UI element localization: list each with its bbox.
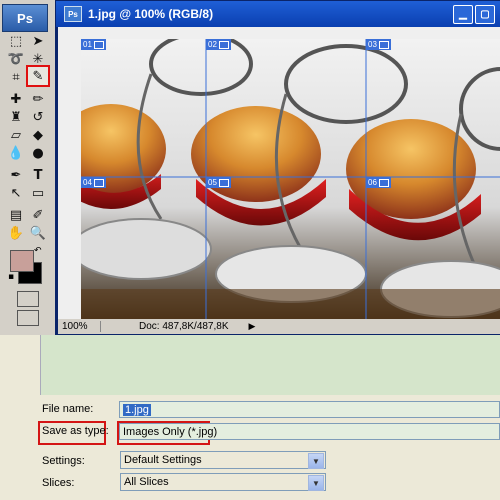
settings-value: Default Settings bbox=[124, 454, 202, 466]
file-name-value: 1.jpg bbox=[123, 403, 151, 416]
glasses-photo bbox=[81, 39, 500, 319]
slice-badge-icon bbox=[378, 40, 389, 49]
chevron-down-icon[interactable]: ▼ bbox=[308, 453, 324, 469]
document-window: Ps 1.jpg @ 100% (RGB/8) ▁ ▢ 01 02 03 04 … bbox=[55, 0, 500, 337]
crop-tool-icon[interactable]: ⌗ bbox=[6, 68, 26, 86]
slice-number: 02 bbox=[208, 40, 217, 49]
paint-bucket-tool-icon[interactable]: ◆ bbox=[28, 126, 48, 144]
notes-tool-icon[interactable]: ▤ bbox=[6, 206, 26, 224]
save-type-value: Images Only (*.jpg) bbox=[123, 425, 218, 438]
dialog-preview-area bbox=[40, 335, 500, 395]
default-colors-icon[interactable]: ▪ bbox=[8, 272, 14, 282]
healing-brush-tool-icon[interactable]: ✚ bbox=[6, 90, 26, 108]
slices-label: Slices: bbox=[42, 477, 75, 489]
move-tool-icon[interactable]: ➤ bbox=[28, 32, 48, 50]
slice-number: 04 bbox=[83, 178, 92, 187]
lasso-tool-icon[interactable]: ➰ bbox=[6, 50, 26, 68]
photoshop-toolbox: Ps ⬚ ➤ ➰ ✳ ⌗ ✎ ✚ ✏ ♜ ↺ ▱ ◆ 💧 ● ✒ T ↖ ▭ ▤… bbox=[0, 0, 56, 335]
slice-label-05[interactable]: 05 bbox=[206, 177, 231, 188]
pen-tool-icon[interactable]: ✒ bbox=[6, 166, 26, 184]
swap-colors-icon[interactable]: ↶ bbox=[34, 246, 42, 256]
slice-badge-icon bbox=[378, 178, 389, 187]
marquee-tool-icon[interactable]: ⬚ bbox=[6, 32, 26, 50]
document-titlebar: Ps 1.jpg @ 100% (RGB/8) ▁ ▢ bbox=[56, 1, 500, 27]
slice-badge-icon bbox=[93, 178, 104, 187]
file-name-label: File name: bbox=[42, 403, 94, 415]
slice-label-03[interactable]: 03 bbox=[366, 39, 391, 50]
chevron-down-icon[interactable]: ▼ bbox=[308, 475, 324, 491]
brush-tool-icon[interactable]: ✏ bbox=[28, 90, 48, 108]
photoshop-logo: Ps bbox=[2, 4, 48, 32]
file-name-field[interactable]: 1.jpg bbox=[119, 401, 500, 418]
slice-number: 03 bbox=[368, 40, 377, 49]
slice-badge-icon bbox=[218, 40, 229, 49]
eyedropper-tool-icon[interactable]: ✐ bbox=[28, 206, 48, 224]
settings-dropdown[interactable]: Default Settings ▼ bbox=[120, 451, 326, 469]
clone-stamp-tool-icon[interactable]: ♜ bbox=[6, 108, 26, 126]
left-ruler bbox=[58, 39, 81, 319]
document-title: 1.jpg @ 100% (RGB/8) bbox=[88, 7, 214, 21]
slices-value: All Slices bbox=[124, 476, 169, 488]
slice-label-06[interactable]: 06 bbox=[366, 177, 391, 188]
slice-badge-icon bbox=[218, 178, 229, 187]
quick-mask-icon[interactable] bbox=[17, 291, 39, 307]
image-canvas[interactable]: 01 02 03 04 05 06 bbox=[81, 39, 500, 319]
type-tool-icon[interactable]: T bbox=[28, 166, 48, 184]
slice-number: 06 bbox=[368, 178, 377, 187]
slice-label-01[interactable]: 01 bbox=[81, 39, 106, 50]
slices-dropdown[interactable]: All Slices ▼ bbox=[120, 473, 326, 491]
dodge-tool-icon[interactable]: ● bbox=[28, 144, 48, 162]
slice-tool-icon[interactable]: ✎ bbox=[26, 65, 50, 87]
maximize-icon[interactable]: ▢ bbox=[475, 5, 495, 24]
zoom-tool-icon[interactable]: 🔍 bbox=[28, 224, 48, 242]
slice-label-02[interactable]: 02 bbox=[206, 39, 231, 50]
hand-tool-icon[interactable]: ✋ bbox=[6, 224, 26, 242]
save-as-type-field[interactable]: Images Only (*.jpg) bbox=[119, 423, 500, 440]
zoom-level[interactable]: 100% bbox=[58, 321, 101, 332]
path-selection-tool-icon[interactable]: ↖ bbox=[6, 184, 26, 202]
slice-label-04[interactable]: 04 bbox=[81, 177, 106, 188]
eraser-tool-icon[interactable]: ▱ bbox=[6, 126, 26, 144]
top-ruler bbox=[58, 27, 500, 39]
doc-size: Doc: 487,8K/487,8K bbox=[139, 321, 229, 332]
foreground-color-swatch[interactable] bbox=[10, 250, 34, 272]
slice-number: 05 bbox=[208, 178, 217, 187]
slice-badge-icon bbox=[93, 40, 104, 49]
shape-tool-icon[interactable]: ▭ bbox=[28, 184, 48, 202]
save-type-label: Save as type: bbox=[42, 425, 109, 437]
status-menu-arrow-icon[interactable]: ▶ bbox=[249, 321, 256, 332]
screen-mode-icon[interactable] bbox=[17, 310, 39, 326]
history-brush-tool-icon[interactable]: ↺ bbox=[28, 108, 48, 126]
ps-document-icon: Ps bbox=[64, 6, 82, 22]
settings-label: Settings: bbox=[42, 455, 85, 467]
slice-number: 01 bbox=[83, 40, 92, 49]
blur-tool-icon[interactable]: 💧 bbox=[6, 144, 26, 162]
minimize-icon[interactable]: ▁ bbox=[453, 5, 473, 24]
document-status-bar: 100% Doc: 487,8K/487,8K ▶ bbox=[58, 319, 500, 334]
